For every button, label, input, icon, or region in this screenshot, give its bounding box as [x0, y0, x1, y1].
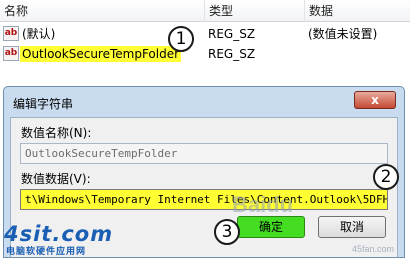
callout-step-3: 3	[214, 219, 240, 245]
registry-value-row[interactable]: ab (默认) REG_SZ (数值未设置)	[0, 24, 410, 44]
column-header-name[interactable]: 名称	[0, 0, 205, 22]
value-name: (默认)	[22, 27, 56, 41]
string-value-icon: ab	[3, 46, 19, 61]
string-value-icon: ab	[3, 26, 19, 41]
column-header-data[interactable]: 数据	[305, 0, 410, 22]
cancel-button[interactable]: 取消	[318, 216, 386, 238]
logo-subtitle: 电脑软硬件应用网	[6, 247, 87, 257]
value-name-label: 数值名称(N):	[21, 126, 92, 140]
site-logo: 4sit.com 电脑软硬件应用网	[4, 222, 116, 258]
baidu-watermark: Baidu	[232, 192, 294, 217]
registry-value-row-selected[interactable]: ab OutlookSecureTempFolder REG_SZ	[0, 44, 410, 64]
value-type: REG_SZ	[208, 47, 256, 61]
close-button[interactable]: x	[354, 91, 396, 109]
value-data: (数值未设置)	[308, 27, 378, 41]
callout-step-2: 2	[373, 164, 399, 190]
value-name: OutlookSecureTempFolder	[20, 46, 182, 62]
value-name-field[interactable]: OutlookSecureTempFolder	[20, 143, 388, 164]
logo-mark: 4sit.com	[4, 222, 114, 246]
list-header: 名称 类型 数据	[0, 0, 410, 22]
value-data-field[interactable]: t\Windows\Temporary Internet Files\Conte…	[20, 189, 388, 210]
column-header-type[interactable]: 类型	[205, 0, 305, 22]
ok-button[interactable]: 确定	[237, 216, 305, 238]
value-data-label: 数值数据(V):	[21, 172, 91, 186]
value-type: REG_SZ	[208, 27, 256, 41]
dialog-title: 编辑字符串	[13, 97, 74, 111]
callout-step-1: 1	[168, 26, 194, 52]
site-watermark: 45fan.com	[352, 244, 395, 254]
